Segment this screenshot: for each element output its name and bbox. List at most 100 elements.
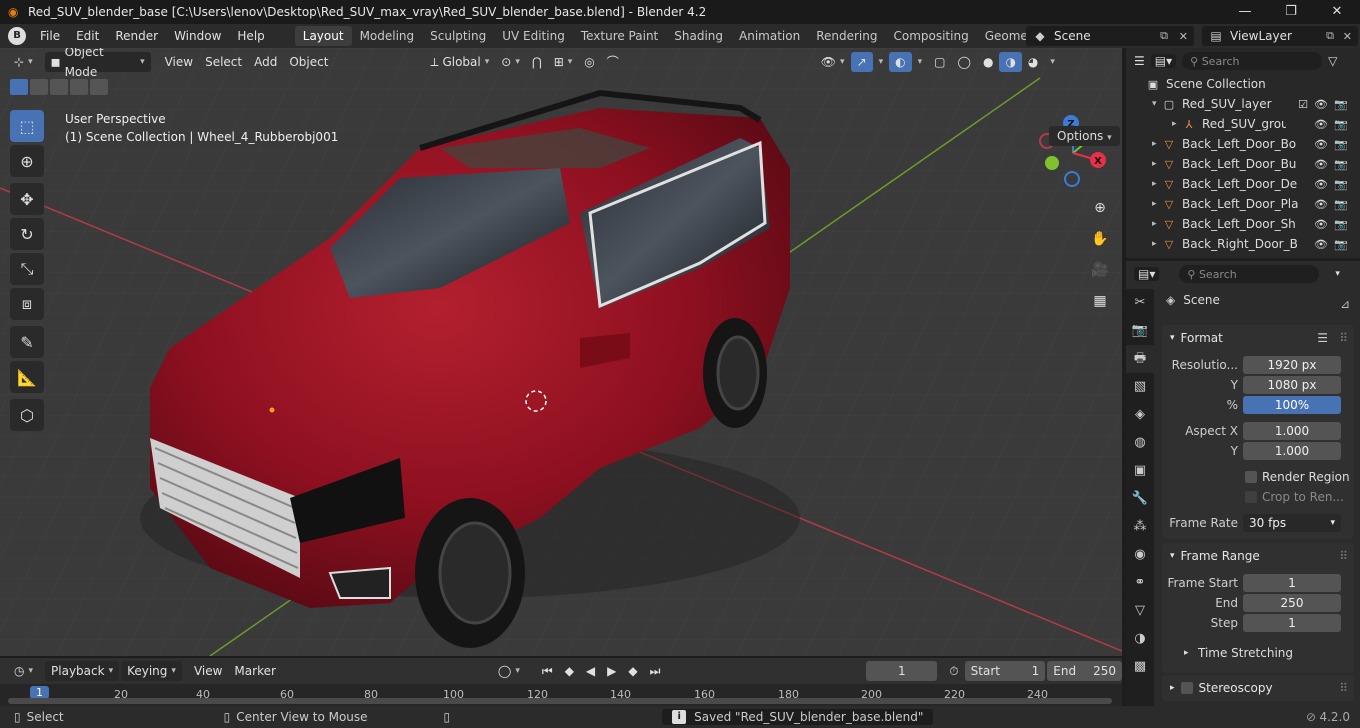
current-frame-field[interactable]: 1 [866,661,938,681]
material-tab-icon[interactable]: ◑ [1126,625,1154,653]
play-button[interactable]: ▶ [601,661,622,681]
timeline-view-menu[interactable]: View [188,661,228,681]
menu-file[interactable]: File [32,29,68,43]
pan-hand-icon[interactable]: ✋ [1088,227,1112,251]
scene-tab-icon[interactable]: ◈ [1126,401,1154,429]
shading-dropdown[interactable]: ▾ [1044,52,1061,72]
view-layer-selector[interactable]: ▤ ViewLayer ⧉ ✕ [1202,26,1358,46]
pin-icon[interactable]: ⊿ [1340,297,1350,311]
outliner-item[interactable]: ▸ ▽ Back_Left_Door_Bu 👁 📷 [1126,154,1360,174]
menu-window[interactable]: Window [166,29,229,43]
expand-icon[interactable]: ▸ [1152,219,1162,229]
auto-keying-toggle[interactable]: ◯ ▾ [492,661,526,681]
menu-view[interactable]: View [159,52,199,72]
tab-compositing[interactable]: Compositing [885,26,976,46]
delete-scene-icon[interactable]: ✕ [1179,30,1188,43]
display-mode-icon[interactable]: ▤▾ [1150,54,1177,68]
rendered-shading-button[interactable]: ◕ [1022,52,1044,72]
object-tab-icon[interactable]: ▣ [1126,457,1154,485]
menu-select[interactable]: Select [199,52,248,72]
snap-toggle[interactable]: ⋂ [526,52,548,72]
tab-layout[interactable]: Layout [294,26,352,46]
marker-menu[interactable]: Marker [228,661,281,681]
3d-viewport[interactable]: Z Y X ⊹▾ ◼Object Mode▾ View Select Add O… [0,48,1122,656]
menu-render[interactable]: Render [107,29,166,43]
view-layer-name[interactable]: ViewLayer [1230,29,1292,43]
move-tool[interactable]: ✥ [10,183,44,215]
modifier-tab-icon[interactable]: 🔧 [1126,485,1154,513]
aspect-y-field[interactable]: 1.000 [1243,442,1341,460]
eye-icon[interactable]: 👁 [1314,178,1328,191]
chevron-down-icon[interactable]: ▾ [1335,269,1340,279]
expand-icon[interactable]: ▸ [1152,179,1162,189]
select-invert-icon[interactable] [70,79,88,95]
tab-animation[interactable]: Animation [731,26,808,46]
eye-icon[interactable]: 👁 [1314,98,1328,111]
scale-tool[interactable]: ⤡ [10,253,44,285]
physics-tab-icon[interactable]: ◉ [1126,541,1154,569]
frame-start-field[interactable]: 1 [1243,574,1341,592]
eye-icon[interactable]: 👁 [1314,158,1328,171]
timeline-ruler[interactable]: 1 20 40 60 80 100 120 140 160 180 200 22… [0,684,1122,706]
select-new-icon[interactable] [10,79,28,95]
pivot-point-button[interactable]: ⊙ ▾ [495,52,526,72]
output-tab-icon[interactable]: 🖶 [1126,345,1154,373]
timeline-scrollbar[interactable] [8,698,1112,704]
filter-icon[interactable]: ▽ [1328,54,1337,68]
camera-icon[interactable]: 📷 [1334,118,1348,131]
cursor-tool[interactable]: ⊕ [10,145,44,177]
rotate-tool[interactable]: ↻ [10,218,44,250]
select-intersect-icon[interactable] [90,79,108,95]
ortho-grid-icon[interactable]: ▦ [1088,289,1112,313]
time-stretching-subpanel[interactable]: ▸ Time Stretching [1162,643,1354,663]
delete-view-layer-icon[interactable]: ✕ [1343,30,1352,43]
outliner-item[interactable]: ▾ ▢ Red_SUV_layer ☑ 👁 📷 [1126,94,1360,114]
data-tab-icon[interactable]: ▽ [1126,597,1154,625]
expand-icon[interactable]: ▸ [1152,199,1162,209]
falloff-button[interactable]: ⌒ [601,52,625,72]
eye-icon[interactable]: 👁 [1314,118,1328,131]
jump-start-button[interactable]: ⏮ [536,661,559,681]
outliner-item[interactable]: ▸ ⅄ Red_SUV_group 👁 📷 [1126,114,1360,134]
camera-icon[interactable]: 📷 [1334,238,1348,251]
blender-menu-icon[interactable]: B [8,27,26,45]
select-subtract-icon[interactable] [50,79,68,95]
solid-shading-button[interactable]: ● [977,52,999,72]
camera-view-icon[interactable]: 🎥 [1088,258,1112,282]
next-keyframe-button[interactable]: ◆ [622,661,643,681]
copy-view-layer-icon[interactable]: ⧉ [1326,29,1334,43]
start-frame-field[interactable]: Start 1 [964,661,1046,681]
format-panel-header[interactable]: ▾ Format ☰ ⠿ [1162,325,1354,351]
outliner-item[interactable]: ▸ ▽ Back_Left_Door_Pla 👁 📷 [1126,194,1360,214]
eye-icon[interactable]: 👁 [1314,198,1328,211]
minimize-button[interactable]: — [1222,0,1268,24]
transform-orientation-dropdown[interactable]: ⟂ Global ▾ [424,52,495,72]
outliner-item[interactable]: ▸ ▽ Back_Left_Door_Sh 👁 📷 [1126,214,1360,234]
outliner-item[interactable]: ▸ ▽ Back_Left_Door_Bo 👁 📷 [1126,134,1360,154]
frame-step-field[interactable]: 1 [1243,614,1341,632]
object-mode-dropdown[interactable]: ◼ Object Mode ▾ [44,48,151,79]
world-tab-icon[interactable]: ◍ [1126,429,1154,457]
overlays-toggle[interactable]: ◐ [889,52,912,72]
frame-end-field[interactable]: 250 [1243,594,1341,612]
tab-shading[interactable]: Shading [666,26,731,46]
camera-icon[interactable]: 📷 [1334,198,1348,211]
drag-handle-icon[interactable]: ⠿ [1339,331,1348,345]
menu-object[interactable]: Object [283,52,334,72]
tab-uv-editing[interactable]: UV Editing [494,26,573,46]
gizmo-toggle[interactable]: ↗ [850,52,873,72]
select-box-tool[interactable]: ⬚ [10,110,44,142]
annotate-tool[interactable]: ✎ [10,326,44,358]
tool-tab-icon[interactable]: ✂ [1126,289,1154,317]
copy-scene-icon[interactable]: ⧉ [1160,29,1168,43]
outliner-root[interactable]: ▣ Scene Collection [1126,74,1360,94]
keying-menu[interactable]: Keying ▾ [121,661,182,681]
wireframe-shading-button[interactable]: ◯ [952,52,977,72]
crop-checkbox[interactable]: Crop to Ren... [1162,487,1354,507]
expand-icon[interactable]: ▸ [1172,119,1182,129]
resolution-x-field[interactable]: 1920 px [1243,356,1341,374]
tab-rendering[interactable]: Rendering [808,26,885,46]
aspect-x-field[interactable]: 1.000 [1243,422,1341,440]
measure-tool[interactable]: 📐 [10,361,44,393]
tab-sculpting[interactable]: Sculpting [422,26,494,46]
